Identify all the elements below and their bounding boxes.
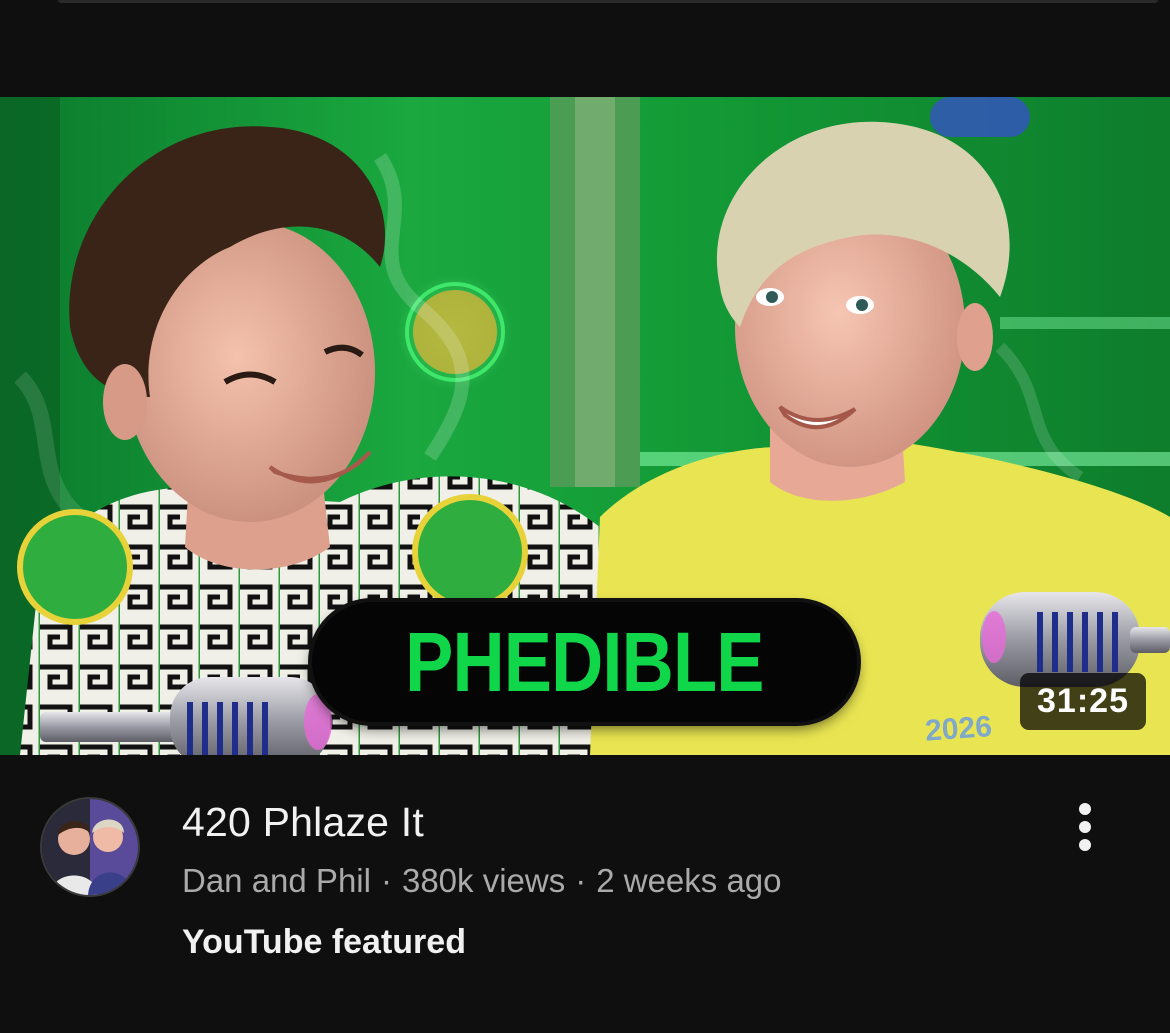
avatar-image xyxy=(42,799,138,895)
channel-name[interactable]: Dan and Phil xyxy=(182,862,371,899)
upload-age: 2 weeks ago xyxy=(596,862,782,899)
separator: · xyxy=(575,862,587,899)
top-bar xyxy=(0,0,1170,97)
channel-avatar[interactable] xyxy=(40,797,140,897)
video-thumbnail[interactable]: 2026 PHEDIBLE 31:25 xyxy=(0,97,1170,755)
more-options-button[interactable] xyxy=(1060,797,1110,857)
featured-label: YouTube featured xyxy=(182,923,466,961)
svg-text:2026: 2026 xyxy=(924,710,993,748)
video-subline: Dan and Phil · 380k views · 2 weeks ago xyxy=(182,862,782,900)
previous-item-edge xyxy=(58,0,1158,3)
video-metadata: 420 Phlaze It Dan and Phil · 380k views · 2 … xyxy=(0,755,1170,1033)
more-vertical-icon xyxy=(1079,803,1091,815)
more-vertical-icon xyxy=(1079,821,1091,833)
video-card: 2026 PHEDIBLE 31:25 420 Phlaze It Dan an… xyxy=(0,0,1170,1033)
separator: · xyxy=(380,862,392,899)
view-count: 380k views xyxy=(401,862,566,899)
thumbnail-title-badge: PHEDIBLE xyxy=(312,602,857,722)
duration-badge: 31:25 xyxy=(1020,673,1146,730)
more-vertical-icon xyxy=(1079,839,1091,851)
video-title[interactable]: 420 Phlaze It xyxy=(182,799,424,846)
thumbnail-title-text: PHEDIBLE xyxy=(405,615,764,709)
